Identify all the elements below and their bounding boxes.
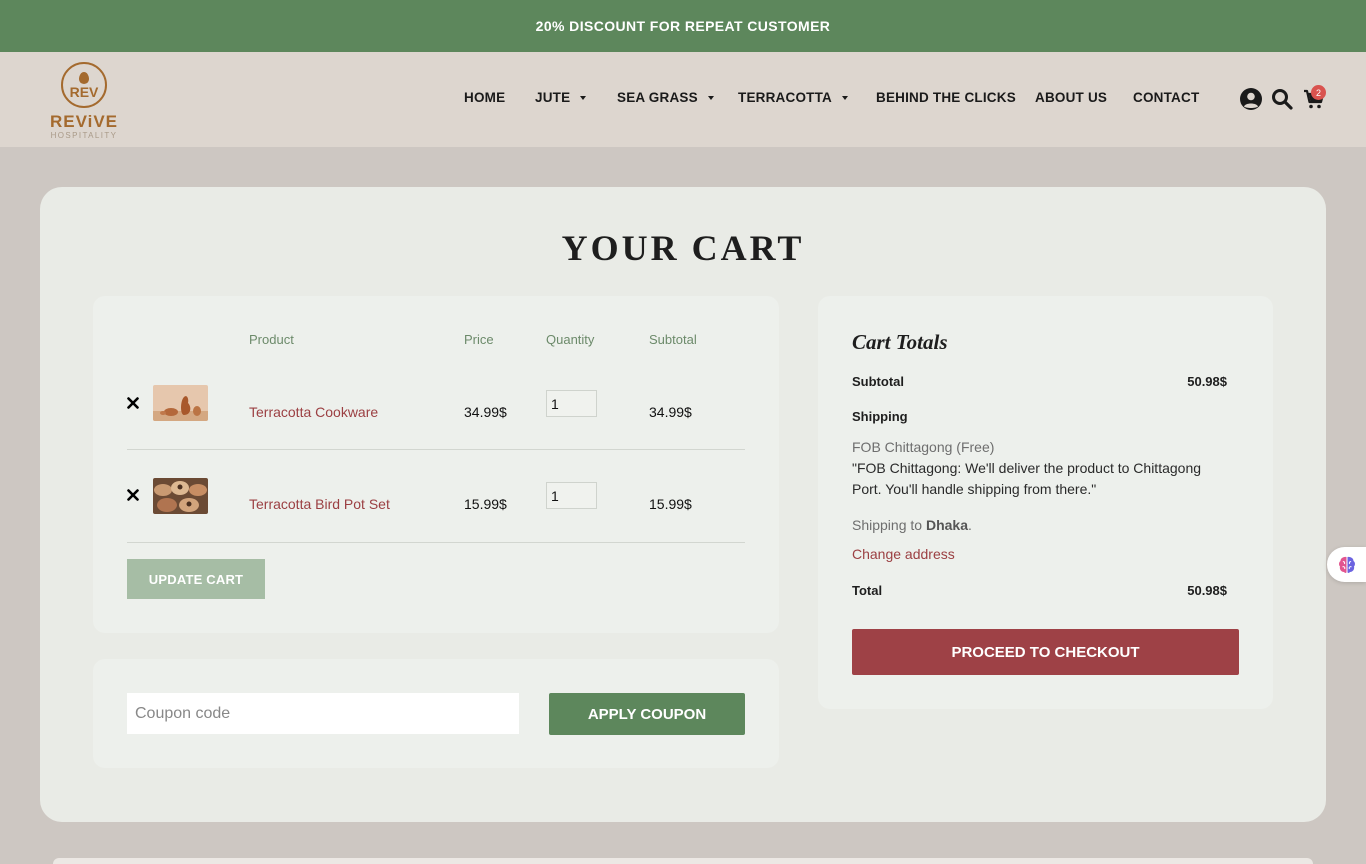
coupon-card: APPLY COUPON — [93, 659, 779, 768]
brain-icon — [1338, 556, 1355, 573]
shipping-city: Dhaka — [925, 517, 968, 533]
nav-home[interactable]: HOME — [464, 90, 505, 105]
row-divider — [127, 449, 745, 450]
proceed-to-checkout-button[interactable]: PROCEED TO CHECKOUT — [852, 629, 1239, 675]
product-name-link[interactable]: Terracotta Cookware — [249, 404, 378, 420]
change-address-link[interactable]: Change address — [852, 546, 955, 562]
cart-count-badge: 2 — [1311, 85, 1326, 100]
product-subtotal: 34.99$ — [649, 404, 692, 420]
nav-contact[interactable]: CONTACT — [1133, 90, 1199, 105]
nav-about-us[interactable]: ABOUT US — [1035, 90, 1107, 105]
user-icon[interactable] — [1239, 87, 1263, 111]
shipping-method: FOB Chittagong (Free) — [852, 439, 995, 455]
nav-jute[interactable]: JUTE — [535, 90, 587, 105]
cart-totals-title: Cart Totals — [852, 330, 948, 354]
quantity-input[interactable] — [546, 482, 597, 509]
search-icon[interactable] — [1270, 87, 1294, 111]
shipping-destination: Shipping to Dhaka. — [852, 517, 972, 533]
update-cart-button[interactable]: UPDATE CART — [127, 559, 265, 599]
nav-sea-grass[interactable]: SEA GRASS — [617, 90, 714, 105]
product-price: 34.99$ — [464, 404, 507, 420]
site-header: REV REViVE HOSPITALITY HOME JUTE SEA GRA… — [0, 52, 1366, 147]
promo-text: 20% DISCOUNT FOR REPEAT CUSTOMER — [535, 18, 831, 34]
product-thumbnail[interactable] — [153, 478, 208, 514]
column-header-price: Price — [464, 332, 494, 347]
nav-terracotta[interactable]: TERRACOTTA — [738, 90, 848, 105]
promo-bar: 20% DISCOUNT FOR REPEAT CUSTOMER — [0, 0, 1366, 52]
shipping-label: Shipping — [852, 409, 908, 424]
footer-edge — [53, 858, 1313, 864]
remove-item-icon[interactable] — [126, 488, 140, 502]
chevron-down-icon — [580, 95, 587, 100]
product-name-link[interactable]: Terracotta Bird Pot Set — [249, 496, 390, 512]
chevron-down-icon — [842, 95, 848, 100]
subtotal-label: Subtotal — [852, 374, 904, 389]
row-divider — [127, 542, 745, 543]
coupon-input[interactable] — [127, 693, 519, 734]
product-thumbnail[interactable] — [153, 385, 208, 421]
column-header-subtotal: Subtotal — [649, 332, 697, 347]
cart-totals-card: Cart Totals Subtotal 50.98$ Shipping FOB… — [818, 296, 1273, 709]
assistant-widget[interactable] — [1327, 547, 1366, 582]
shipping-note: "FOB Chittagong: We'll deliver the produ… — [852, 460, 1202, 497]
page-title: YOUR CART — [561, 228, 805, 268]
apply-coupon-button[interactable]: APPLY COUPON — [549, 693, 745, 735]
nav-behind-the-clicks[interactable]: BEHIND THE CLICKS — [876, 90, 1016, 105]
subtotal-value: 50.98$ — [1187, 374, 1227, 389]
quantity-input[interactable] — [546, 390, 597, 417]
total-label: Total — [852, 583, 883, 598]
cart-items-card: Product Price Quantity Subtotal Terracot… — [93, 296, 779, 633]
product-subtotal: 15.99$ — [649, 496, 692, 512]
product-price: 15.99$ — [464, 496, 507, 512]
cart-panel: YOUR CART Product Price Quantity Subtota… — [40, 187, 1326, 822]
remove-item-icon[interactable] — [126, 396, 140, 410]
total-value: 50.98$ — [1187, 583, 1227, 598]
column-header-quantity: Quantity — [546, 332, 595, 347]
column-header-product: Product — [249, 332, 294, 347]
table-row: Terracotta Bird Pot Set 15.99$ 15.99$ — [93, 458, 779, 550]
chevron-down-icon — [707, 95, 714, 100]
table-row: Terracotta Cookware 34.99$ 34.99$ — [93, 366, 779, 458]
main-nav: HOME JUTE SEA GRASS TERRACOTTA BEHIND TH… — [0, 52, 1366, 147]
